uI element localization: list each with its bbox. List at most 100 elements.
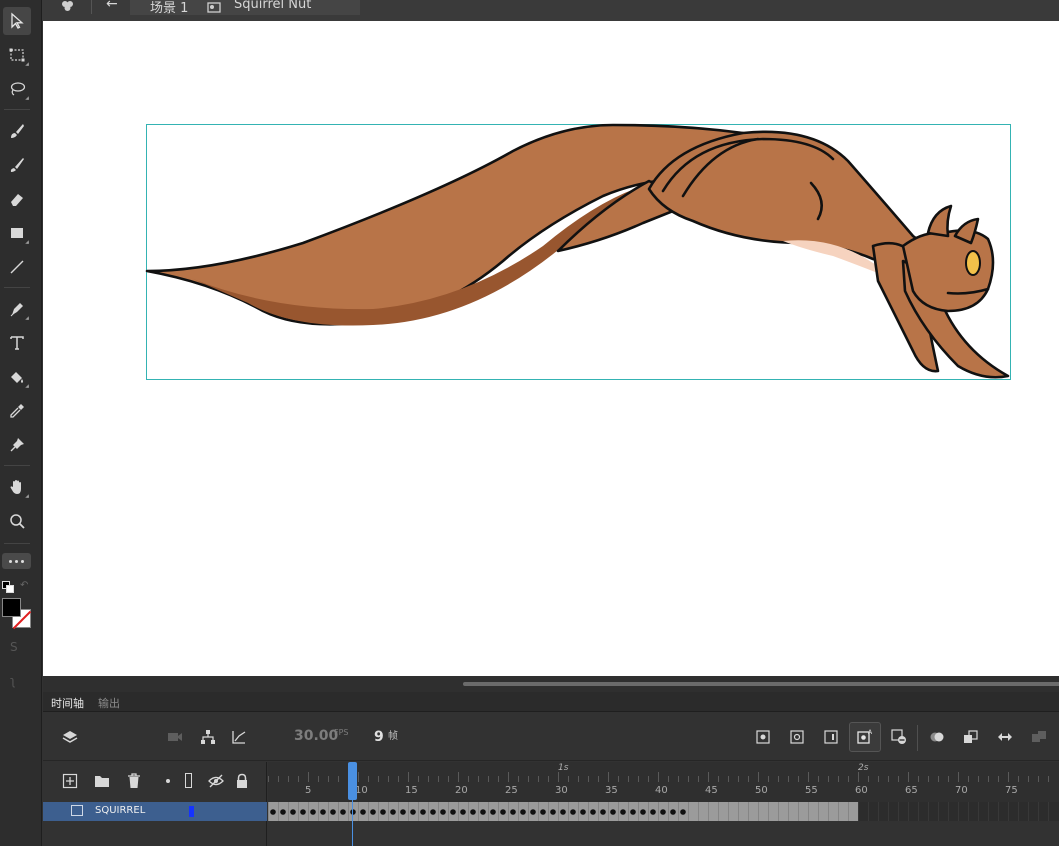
swap-colors-icon[interactable]: ↶ <box>20 580 28 591</box>
split-button[interactable] <box>1028 726 1050 748</box>
keyframe-dot[interactable] <box>680 809 686 815</box>
keyframe-dot[interactable] <box>430 809 436 815</box>
brush-tool[interactable] <box>3 151 31 179</box>
keyframe-dot[interactable] <box>590 809 596 815</box>
keyframe-dot[interactable] <box>670 809 676 815</box>
parenting-view-button[interactable] <box>197 726 219 748</box>
keyframe-dot[interactable] <box>470 809 476 815</box>
stage-canvas[interactable] <box>43 21 1059 676</box>
keyframe-dot[interactable] <box>570 809 576 815</box>
keyframe-dot[interactable] <box>660 809 666 815</box>
keyframe-dot[interactable] <box>390 809 396 815</box>
rectangle-tool[interactable] <box>3 219 31 247</box>
current-frame-value[interactable]: 9 <box>374 729 384 745</box>
keyframe-dot[interactable] <box>560 809 566 815</box>
more-tools-button[interactable] <box>2 553 31 569</box>
breadcrumb-scene[interactable]: 场景 1 <box>150 0 188 16</box>
outline-toggle-icon[interactable] <box>185 773 192 788</box>
keyframe-dot[interactable] <box>580 809 586 815</box>
keyframe-dot[interactable] <box>460 809 466 815</box>
lock-toggle[interactable] <box>231 770 253 792</box>
keyframe-dot[interactable] <box>290 809 296 815</box>
keyframe-dot[interactable] <box>340 809 346 815</box>
breadcrumb-symbol[interactable]: Squirrel Nut <box>234 0 311 12</box>
keyframe-dot[interactable] <box>380 809 386 815</box>
back-arrow-icon[interactable]: ← <box>106 0 118 12</box>
smooth-icon[interactable]: S <box>10 640 18 654</box>
auto-keyframe-button[interactable]: A <box>854 726 876 748</box>
insert-blank-keyframe-button[interactable] <box>786 726 808 748</box>
keyframe-dot[interactable] <box>530 809 536 815</box>
camera-button[interactable] <box>164 726 186 748</box>
default-colors-icon[interactable] <box>2 578 14 593</box>
keyframe-dot[interactable] <box>440 809 446 815</box>
keyframe-dot[interactable] <box>610 809 616 815</box>
keyframe-dot[interactable] <box>420 809 426 815</box>
keyframe-dot[interactable] <box>280 809 286 815</box>
lasso-tool[interactable] <box>3 75 31 103</box>
keyframe-dot[interactable] <box>310 809 316 815</box>
zoom-tool[interactable] <box>3 507 31 535</box>
insert-keyframe-button[interactable] <box>752 726 774 748</box>
keyframe-dot[interactable] <box>600 809 606 815</box>
new-folder-button[interactable] <box>91 770 113 792</box>
playhead[interactable] <box>348 762 357 800</box>
tab-output[interactable]: 输出 <box>98 695 120 711</box>
delete-layer-button[interactable] <box>123 770 145 792</box>
pin-tool[interactable] <box>3 431 31 459</box>
stage-horizontal-scrollbar[interactable] <box>43 676 1059 692</box>
highlight-dot-icon[interactable] <box>166 779 170 783</box>
frames-area[interactable]: 1s 2s 5 10 15 20 25 30 35 40 45 50 55 60 65 70 75 <box>268 762 1059 846</box>
keyframe-dot[interactable] <box>540 809 546 815</box>
eyedropper-tool[interactable] <box>3 397 31 425</box>
layer-frame-row[interactable] <box>268 802 1059 821</box>
pen-tool[interactable] <box>3 295 31 323</box>
straighten-icon[interactable]: ʅ <box>10 674 16 688</box>
insert-frame-button[interactable] <box>820 726 842 748</box>
fps-value[interactable]: 30.00 <box>294 728 338 744</box>
onion-skin-button[interactable] <box>926 726 948 748</box>
layer-outline-color[interactable] <box>189 806 194 817</box>
eraser-tool[interactable] <box>3 185 31 213</box>
keyframe-dot[interactable] <box>360 809 366 815</box>
keyframe-dot[interactable] <box>370 809 376 815</box>
tab-timeline[interactable]: 时间轴 <box>51 695 84 711</box>
edit-multiple-frames-button[interactable] <box>960 726 982 748</box>
layers-stack-button[interactable] <box>59 726 81 748</box>
new-layer-button[interactable] <box>59 770 81 792</box>
keyframe-dot[interactable] <box>640 809 646 815</box>
visibility-toggle[interactable] <box>205 770 227 792</box>
keyframe-dot[interactable] <box>300 809 306 815</box>
keyframe-dot[interactable] <box>500 809 506 815</box>
layer-row[interactable]: SQUIRREL <box>43 802 267 821</box>
loop-button[interactable] <box>994 726 1016 748</box>
layer-name[interactable]: SQUIRREL <box>95 805 145 816</box>
keyframe-dot[interactable] <box>510 809 516 815</box>
selection-tool[interactable] <box>3 7 31 35</box>
symbol-icon[interactable] <box>58 0 78 12</box>
paint-brush-tool[interactable] <box>3 117 31 145</box>
scrollbar-thumb[interactable] <box>463 682 1059 686</box>
keyframe-dot[interactable] <box>490 809 496 815</box>
keyframe-dot[interactable] <box>450 809 456 815</box>
text-tool[interactable] <box>3 329 31 357</box>
keyframe-dot[interactable] <box>320 809 326 815</box>
keyframe-dot[interactable] <box>520 809 526 815</box>
paint-bucket-tool[interactable] <box>3 363 31 391</box>
ease-button[interactable] <box>228 726 250 748</box>
line-tool[interactable] <box>3 253 31 281</box>
free-transform-tool[interactable] <box>3 41 31 69</box>
keyframe-dot[interactable] <box>270 809 276 815</box>
hand-tool[interactable] <box>3 473 31 501</box>
keyframe-dot[interactable] <box>620 809 626 815</box>
clear-keyframe-button[interactable] <box>888 726 910 748</box>
keyframe-dot[interactable] <box>480 809 486 815</box>
keyframe-dot[interactable] <box>650 809 656 815</box>
keyframe-dot[interactable] <box>400 809 406 815</box>
squirrel-graphic[interactable] <box>145 123 1010 379</box>
keyframe-dot[interactable] <box>550 809 556 815</box>
keyframe-dot[interactable] <box>630 809 636 815</box>
keyframe-dot[interactable] <box>330 809 336 815</box>
frame-ruler[interactable] <box>268 762 1059 802</box>
keyframe-dot[interactable] <box>410 809 416 815</box>
